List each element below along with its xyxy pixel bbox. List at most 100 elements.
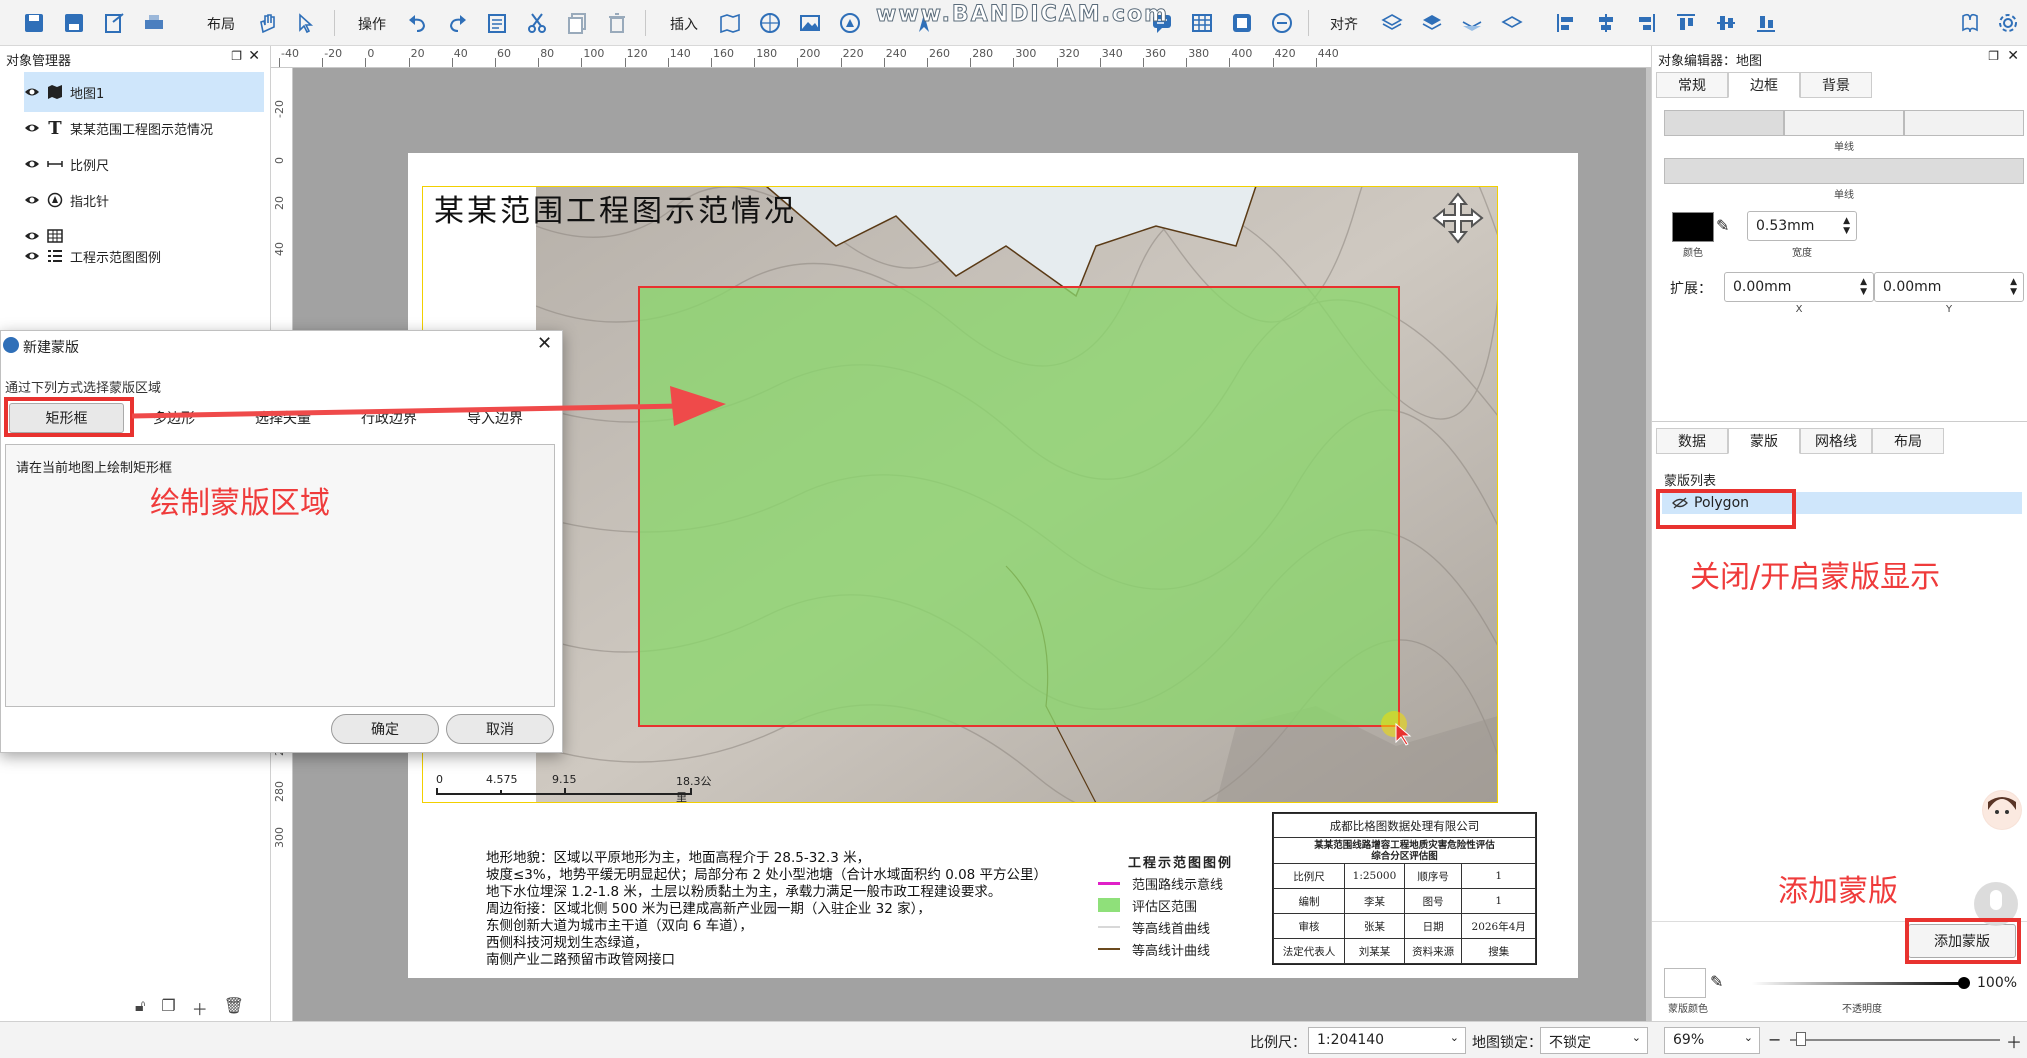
delete-icon[interactable]: [603, 9, 631, 37]
eye-icon[interactable]: [24, 228, 40, 244]
tree-item-scale-bar[interactable]: 比例尺: [24, 144, 264, 184]
layer-stack-icon[interactable]: [1378, 9, 1406, 37]
insert-legend-icon[interactable]: [1268, 9, 1296, 37]
export-icon[interactable]: [100, 9, 128, 37]
legend-label: 范围路线示意线: [1132, 877, 1224, 893]
info-line: 地下水位埋深 1.2-1.8 米，土层以粉质黏土为主，承载力满足一般市政工程建设…: [486, 884, 1002, 900]
ruler-tick: [538, 58, 540, 67]
settings-gear-icon[interactable]: [1994, 9, 2022, 37]
frame-style-none[interactable]: [1664, 110, 1784, 136]
expand-x-input[interactable]: 0.00mm ▲ ▼: [1724, 272, 1874, 302]
eye-icon[interactable]: [24, 192, 40, 208]
ok-button[interactable]: 确定: [331, 714, 439, 744]
tree-item-title-text[interactable]: T 某某范围工程图示范情况: [24, 108, 264, 148]
paste-icon[interactable]: [483, 9, 511, 37]
pointer-arrow: [131, 386, 726, 426]
opacity-slider-thumb[interactable]: [1958, 977, 1970, 989]
border-width-input[interactable]: 0.53mm ▲ ▼: [1747, 211, 1857, 241]
eye-icon[interactable]: [24, 84, 40, 100]
ruler-tick: [365, 58, 367, 67]
tab-layout[interactable]: 布局: [1872, 428, 1944, 454]
tree-item-map1[interactable]: 地图1: [24, 72, 264, 112]
lock-icon[interactable]: 🔓︎: [135, 996, 145, 1016]
tab-general[interactable]: 常规: [1656, 72, 1728, 98]
cut-icon[interactable]: [523, 9, 551, 37]
align-center-icon[interactable]: [1592, 9, 1620, 37]
float-panel-icon[interactable]: ❐: [231, 49, 242, 63]
expand-y-input[interactable]: 0.00mm ▲ ▼: [1874, 272, 2024, 302]
tree-item-legend[interactable]: › 工程示范图图例: [24, 244, 264, 268]
align-top-icon[interactable]: [1672, 9, 1700, 37]
duplicate-icon[interactable]: ❐: [161, 996, 175, 1016]
zoom-out-icon[interactable]: −: [1768, 1030, 1781, 1049]
border-color-swatch[interactable]: [1672, 212, 1714, 242]
save-icon[interactable]: [20, 9, 48, 37]
insert-map-icon[interactable]: [716, 9, 744, 37]
map-title-text[interactable]: 某某范围工程图示范情况: [434, 186, 797, 230]
close-panel-icon[interactable]: ✕: [248, 48, 260, 64]
frame-style-single[interactable]: [1784, 110, 1904, 136]
zoom-slider-track[interactable]: [1790, 1039, 2000, 1041]
align-left-icon[interactable]: [1552, 9, 1580, 37]
terrain-description[interactable]: 地形地貌：区域以平原地形为主，地面高程介于 28.5-32.3 米， 坡度≤3%…: [486, 850, 1047, 969]
dialog-close-icon[interactable]: ✕: [537, 333, 552, 354]
drawing-title-block[interactable]: 成都比格图数据处理有限公司 某某范围线路增容工程地质灾害危险性评估 综合分区评估图…: [1272, 812, 1537, 965]
bookmark-icon[interactable]: [1956, 9, 1984, 37]
ruler-tick: [1013, 58, 1015, 67]
ruler-label: 100: [583, 47, 605, 60]
insert-globe-icon[interactable]: [756, 9, 784, 37]
move-handle-icon[interactable]: [1432, 192, 1484, 248]
map-legend[interactable]: 工程示范图图例 范围路线示意线 评估区范围 等高线首曲线 等高线计曲线: [1098, 850, 1248, 960]
insert-label: 插入: [670, 17, 698, 33]
opacity-slider-track[interactable]: [1752, 982, 1967, 985]
tab-mask[interactable]: 蒙版: [1728, 428, 1800, 454]
insert-image-icon[interactable]: [796, 9, 824, 37]
eye-icon[interactable]: [24, 248, 40, 264]
zoom-select[interactable]: 69% ⌄: [1664, 1027, 1760, 1054]
zoom-slider-thumb[interactable]: [1796, 1032, 1806, 1046]
zoom-in-icon[interactable]: ＋: [2006, 1029, 2022, 1053]
tree-item-north-arrow[interactable]: 指北针: [24, 180, 264, 220]
cancel-button[interactable]: 取消: [446, 714, 554, 744]
frame-line-bar[interactable]: [1664, 158, 2024, 184]
mask-color-swatch[interactable]: [1664, 968, 1706, 998]
copy-icon[interactable]: [563, 9, 591, 37]
expand-label: 扩展：: [1670, 281, 1712, 297]
frame-style-double[interactable]: [1904, 110, 2024, 136]
close-panel-icon[interactable]: ✕: [2007, 48, 2019, 64]
eye-icon[interactable]: [24, 120, 40, 136]
insert-table-icon[interactable]: [1188, 9, 1216, 37]
float-panel-icon[interactable]: ❐: [1988, 49, 1999, 63]
save-as-icon[interactable]: [60, 9, 88, 37]
eyedropper-icon[interactable]: ✎: [1710, 972, 1723, 991]
info-line: 坡度≤3%，地势平缓无明显起伏；局部分布 2 处小型池塘（合计水域面积约 0.0…: [486, 867, 1048, 883]
align-middle-icon[interactable]: [1712, 9, 1740, 37]
eye-icon[interactable]: [24, 156, 40, 172]
tab-border[interactable]: 边框: [1728, 72, 1800, 98]
layer-up-icon[interactable]: [1418, 9, 1446, 37]
tab-background[interactable]: 背景: [1800, 72, 1872, 98]
layer-down-icon[interactable]: [1458, 9, 1486, 37]
align-right-icon[interactable]: [1632, 9, 1660, 37]
print-icon[interactable]: [140, 9, 168, 37]
scale-bar[interactable]: 0 4.575 9.15 18.3公里: [434, 771, 714, 804]
map-lock-select[interactable]: 不锁定 ⌄: [1540, 1027, 1648, 1054]
undo-icon[interactable]: [404, 9, 432, 37]
highlight-mask-item: [1656, 489, 1796, 529]
tab-gridlines[interactable]: 网格线: [1800, 428, 1872, 454]
dialog-title: 新建蒙版: [23, 340, 79, 356]
scale-ratio-select[interactable]: 1:204140 ⌄: [1308, 1027, 1466, 1054]
insert-frame-icon[interactable]: [1228, 9, 1256, 37]
eyedropper-icon[interactable]: ✎: [1716, 216, 1729, 235]
pan-hand-icon[interactable]: [254, 9, 282, 37]
tab-data[interactable]: 数据: [1656, 428, 1728, 454]
mask-rectangle[interactable]: [638, 286, 1400, 727]
layer-bottom-icon[interactable]: [1498, 9, 1526, 37]
insert-compass-icon[interactable]: [836, 9, 864, 37]
trash-icon[interactable]: 🗑︎: [224, 996, 244, 1016]
select-arrow-icon[interactable]: [292, 9, 320, 37]
add-icon[interactable]: ＋: [192, 996, 208, 1019]
redo-icon[interactable]: [443, 9, 471, 37]
align-bottom-icon[interactable]: [1752, 9, 1780, 37]
assistant-avatar[interactable]: [1982, 790, 2022, 830]
